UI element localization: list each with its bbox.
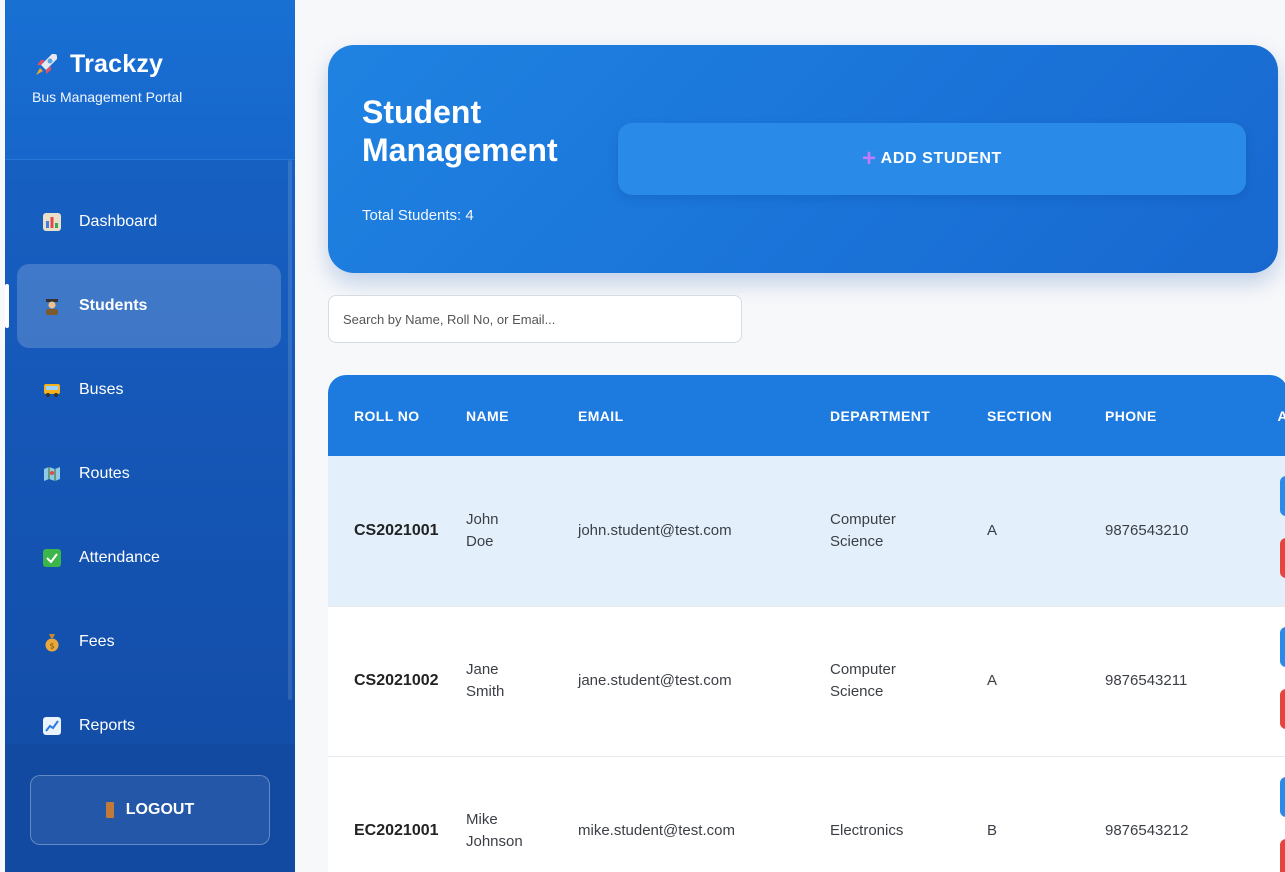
column-header-department[interactable]: DEPARTMENT bbox=[830, 375, 987, 456]
column-header-email[interactable]: EMAIL bbox=[578, 375, 830, 456]
column-header-actions: A bbox=[1277, 407, 1285, 424]
search-input[interactable] bbox=[328, 295, 742, 343]
door-icon bbox=[105, 802, 114, 818]
sidebar-item-attendance[interactable]: Attendance bbox=[17, 516, 281, 600]
page-header: Student Management Total Students: 4 + A… bbox=[328, 45, 1278, 273]
cell-section: A bbox=[987, 672, 998, 689]
cell-name: Jane Smith bbox=[466, 606, 578, 756]
dept-line2: Science bbox=[830, 683, 884, 700]
rocket-icon bbox=[36, 53, 57, 75]
svg-text:$: $ bbox=[49, 642, 54, 651]
cell-email: jane.student@test.com bbox=[578, 672, 732, 689]
cell-roll: EC2021001 bbox=[354, 822, 439, 839]
sidebar-item-label: Attendance bbox=[79, 549, 160, 566]
cell-roll: CS2021001 bbox=[354, 521, 439, 539]
cell-name: Mike Johnson bbox=[466, 756, 578, 872]
sidebar-item-buses[interactable]: Buses bbox=[17, 348, 281, 432]
edit-button[interactable] bbox=[1280, 626, 1285, 667]
cell-department: Computer Science bbox=[830, 606, 987, 756]
sidebar-scrollbar[interactable] bbox=[288, 160, 292, 700]
bar-chart-icon bbox=[43, 213, 61, 231]
students-table: ROLL NO NAME EMAIL DEPARTMENT SECTION PH… bbox=[328, 375, 1285, 872]
delete-button[interactable] bbox=[1280, 538, 1285, 578]
dept-line1: Computer bbox=[830, 661, 896, 678]
total-students: Total Students: 4 bbox=[362, 207, 474, 224]
sidebar-item-label: Dashboard bbox=[79, 213, 158, 230]
logout-area: LOGOUT bbox=[5, 744, 295, 872]
edit-button[interactable] bbox=[1280, 476, 1285, 516]
cell-actions bbox=[1250, 756, 1285, 872]
sidebar-nav: Dashboard Students Buses Routes Attendan… bbox=[5, 160, 295, 768]
brand-subtitle: Bus Management Portal bbox=[32, 89, 183, 105]
page-title: Student Management bbox=[362, 93, 612, 169]
brand-name: Trackzy bbox=[70, 50, 164, 78]
brand-title[interactable]: Trackzy bbox=[32, 50, 295, 79]
sidebar-item-label: Routes bbox=[79, 465, 130, 482]
brand-header: Trackzy Bus Management Portal bbox=[5, 0, 295, 160]
name-last: Johnson bbox=[466, 833, 523, 850]
sidebar-item-label: Reports bbox=[79, 717, 136, 734]
cell-roll: CS2021002 bbox=[354, 672, 439, 689]
student-icon bbox=[43, 297, 61, 315]
cell-phone: 9876543212 bbox=[1105, 822, 1189, 839]
delete-button[interactable] bbox=[1280, 688, 1285, 729]
sidebar-item-label: Students bbox=[79, 297, 148, 314]
bus-icon bbox=[43, 381, 61, 399]
name-last: Doe bbox=[466, 532, 494, 550]
add-student-label: ADD STUDENT bbox=[880, 150, 1002, 167]
column-header-name[interactable]: NAME bbox=[466, 375, 578, 456]
name-last: Smith bbox=[466, 683, 505, 700]
page-title-line2: Management bbox=[362, 132, 558, 168]
cell-email: mike.student@test.com bbox=[578, 822, 735, 839]
column-header-roll[interactable]: ROLL NO bbox=[328, 375, 466, 456]
dept-line1: Computer bbox=[830, 510, 896, 528]
sidebar-item-fees[interactable]: $ Fees bbox=[17, 600, 281, 684]
sidebar-item-routes[interactable]: Routes bbox=[17, 432, 281, 516]
sidebar: Trackzy Bus Management Portal Dashboard … bbox=[5, 0, 295, 872]
money-bag-icon: $ bbox=[43, 633, 61, 652]
sidebar-item-label: Buses bbox=[79, 381, 124, 398]
cell-section: B bbox=[987, 822, 998, 839]
page-title-line1: Student bbox=[362, 94, 482, 130]
cell-actions bbox=[1250, 606, 1285, 756]
add-student-button[interactable]: + ADD STUDENT bbox=[618, 123, 1246, 195]
logout-label: LOGOUT bbox=[125, 801, 195, 818]
cell-department: Computer Science bbox=[830, 456, 987, 606]
trend-chart-icon bbox=[43, 717, 61, 735]
cell-actions bbox=[1250, 456, 1285, 606]
check-icon bbox=[43, 549, 61, 567]
cell-phone: 9876543210 bbox=[1105, 521, 1189, 539]
sidebar-item-dashboard[interactable]: Dashboard bbox=[17, 180, 281, 264]
cell-email: john.student@test.com bbox=[578, 521, 732, 539]
edit-button[interactable] bbox=[1280, 776, 1285, 817]
column-header-phone[interactable]: PHONE bbox=[1105, 375, 1250, 456]
table-header-row: ROLL NO NAME EMAIL DEPARTMENT SECTION PH… bbox=[328, 375, 1285, 456]
name-first: John bbox=[466, 510, 499, 528]
table-row[interactable]: CS2021002 Jane Smith jane.student@test.co… bbox=[328, 606, 1285, 756]
cell-department: Electronics bbox=[830, 756, 987, 872]
delete-button[interactable] bbox=[1280, 838, 1285, 872]
dept-line2: Science bbox=[830, 532, 884, 550]
sidebar-item-label: Fees bbox=[79, 633, 115, 650]
map-icon bbox=[43, 465, 61, 483]
dept-line1: Electronics bbox=[830, 822, 904, 839]
name-first: Jane bbox=[466, 661, 499, 678]
sidebar-item-students[interactable]: Students bbox=[5, 264, 281, 348]
logout-button[interactable]: LOGOUT bbox=[30, 775, 270, 845]
table-row[interactable]: EC2021001 Mike Johnson mike.student@test.… bbox=[328, 756, 1285, 872]
table-row[interactable]: CS2021001 John Doe john.student@test.com … bbox=[328, 456, 1285, 606]
cell-section: A bbox=[987, 521, 998, 539]
plus-icon: + bbox=[862, 145, 877, 172]
column-header-section[interactable]: SECTION bbox=[987, 375, 1105, 456]
cell-name: John Doe bbox=[466, 456, 578, 606]
name-first: Mike bbox=[466, 811, 498, 828]
cell-phone: 9876543211 bbox=[1105, 672, 1188, 689]
